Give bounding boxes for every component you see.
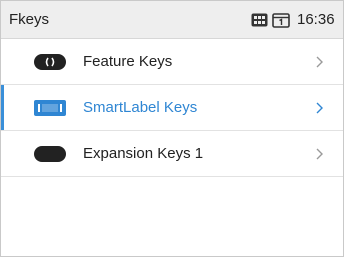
chevron-right-icon bbox=[316, 102, 323, 114]
list-item-feature-keys[interactable]: Feature Keys bbox=[1, 39, 343, 85]
list-item-expansion-keys-1[interactable]: Expansion Keys 1 bbox=[1, 131, 343, 177]
chevron-right-icon bbox=[316, 56, 323, 68]
list-item-label: Feature Keys bbox=[83, 53, 173, 70]
expansion-keys-icon bbox=[34, 146, 66, 162]
list-item-label: Expansion Keys 1 bbox=[83, 145, 204, 162]
page-title: Fkeys bbox=[9, 11, 50, 28]
status-icons bbox=[251, 12, 290, 28]
list-item-label: SmartLabel Keys bbox=[83, 99, 198, 116]
handset-status-icon bbox=[272, 13, 290, 28]
status-bar: Fkeys 16:36 bbox=[1, 1, 343, 39]
smartlabel-keys-icon bbox=[34, 100, 66, 116]
fkeys-menu-list: Feature Keys SmartLabel Keys Expansion K… bbox=[1, 39, 343, 177]
keypad-status-icon bbox=[251, 13, 268, 27]
phone-screen: Fkeys 16:36 Feature Keys SmartLabel Keys… bbox=[0, 0, 344, 257]
chevron-right-icon bbox=[316, 148, 323, 160]
clock: 16:36 bbox=[297, 11, 335, 28]
feature-keys-icon bbox=[34, 54, 66, 70]
list-item-smartlabel-keys[interactable]: SmartLabel Keys bbox=[1, 85, 343, 131]
